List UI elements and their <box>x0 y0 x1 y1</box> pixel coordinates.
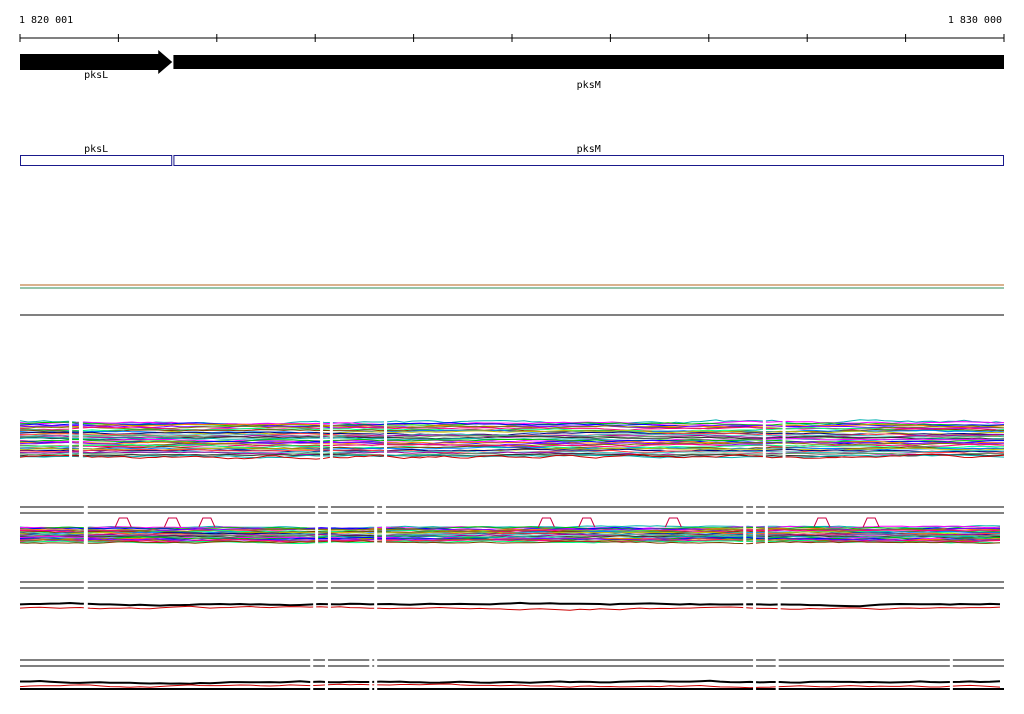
gene-label: pksL <box>84 70 108 81</box>
genome-browser-view: 1 820 001 1 830 000 pksL pksM pksL pksM <box>19 15 1005 696</box>
coverage-tracks <box>19 412 1005 696</box>
coverage-gap <box>78 412 83 466</box>
coverage-gap <box>384 412 388 466</box>
coverage-peak <box>198 517 216 528</box>
cds-box-pksL <box>20 155 173 166</box>
coverage-gap <box>315 499 319 549</box>
cds-label: pksL <box>84 144 108 155</box>
coverage-gap <box>762 412 766 466</box>
coverage-gap <box>83 499 88 549</box>
coverage-peak <box>813 517 831 528</box>
coverage-gap <box>320 412 324 466</box>
coverage-gap <box>743 574 747 616</box>
coverage-gap <box>69 412 73 466</box>
coverage-gap <box>329 412 333 466</box>
cds-label: pksM <box>577 144 601 155</box>
coverage-peak <box>163 517 181 528</box>
gene-track: pksL pksM <box>20 50 1004 91</box>
coverage-gap <box>949 652 953 696</box>
coverage-track-2 <box>19 499 1004 549</box>
coverage-gap <box>374 499 378 549</box>
coverage-gap <box>327 499 331 549</box>
coverage-peak <box>537 517 555 528</box>
coverage-gap <box>775 652 779 696</box>
summary-lines-track <box>20 284 1004 316</box>
coverage-peak <box>664 517 682 528</box>
ruler-start-label: 1 820 001 <box>19 15 73 26</box>
cds-track: pksL pksM <box>20 144 1004 166</box>
coverage-gap <box>324 652 328 696</box>
coverage-gap <box>327 574 331 616</box>
coverage-gap <box>743 499 747 549</box>
coverage-series <box>19 601 1001 608</box>
coverage-track-1 <box>19 412 1005 466</box>
coverage-gap <box>777 574 781 616</box>
coverage-gap <box>753 574 757 616</box>
gene-bar-pksM <box>173 55 1004 69</box>
coverage-gap <box>313 574 317 616</box>
coverage-gap <box>782 412 786 466</box>
coverage-gap <box>753 499 757 549</box>
coverage-gap <box>374 574 378 616</box>
coverage-gap <box>753 652 757 696</box>
position-ruler: 1 820 001 1 830 000 <box>19 15 1005 42</box>
cds-box-pksM <box>173 155 1004 166</box>
coverage-gap <box>382 499 386 549</box>
gene-label: pksM <box>577 80 601 91</box>
coverage-gap <box>374 652 378 696</box>
coverage-gap <box>369 652 373 696</box>
coverage-gap <box>310 652 314 696</box>
ruler-end-label: 1 830 000 <box>948 15 1002 26</box>
coverage-gap <box>83 574 88 616</box>
coverage-series <box>19 683 1001 689</box>
coverage-peak <box>862 517 880 528</box>
coverage-peak <box>114 517 132 528</box>
coverage-track-3 <box>19 574 1004 616</box>
coverage-track-4 <box>19 652 1004 696</box>
coverage-series <box>20 679 1001 685</box>
coverage-gap <box>764 499 768 549</box>
